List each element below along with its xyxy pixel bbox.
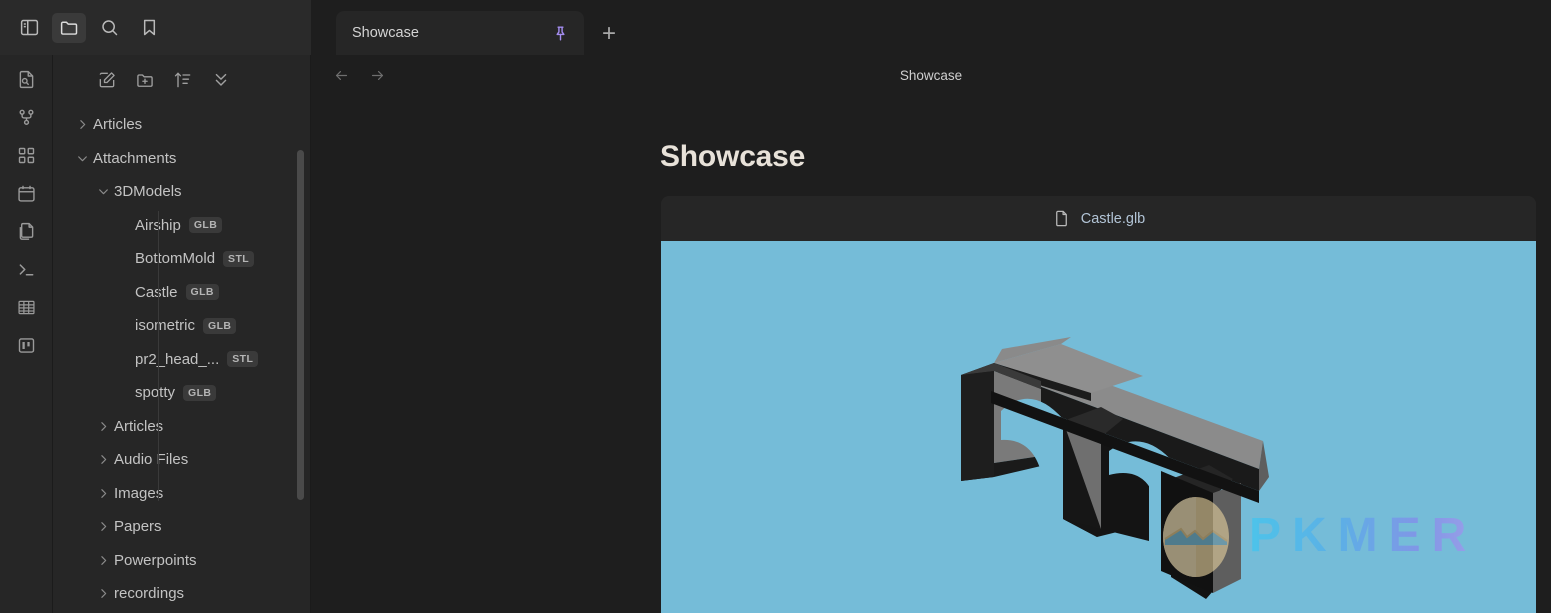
tab-label: Showcase [352, 25, 419, 41]
tree-indent-guide [158, 211, 159, 501]
chevron-right-icon[interactable] [92, 487, 114, 500]
terminal-icon[interactable] [9, 253, 43, 285]
embed-file-name[interactable]: Castle.glb [1081, 211, 1145, 227]
tree-item-label: Attachments [93, 149, 177, 167]
forward-arrow-icon[interactable] [367, 65, 387, 85]
tree-item-label: Powerpoints [114, 551, 197, 569]
chevron-right-icon[interactable] [71, 118, 93, 131]
app-window: Showcase + Articles Attachments 3DModels… [0, 0, 1551, 613]
file-type-badge: GLB [203, 317, 237, 334]
tree-item-articles[interactable]: Articles [53, 410, 310, 444]
page-title: Showcase [660, 140, 806, 173]
pkmer-watermark: PKMER [1157, 489, 1477, 581]
sort-icon[interactable] [171, 68, 195, 92]
view-title: Showcase [899, 67, 963, 83]
document-body[interactable]: Showcase Castle.glb PKMER [311, 140, 1551, 613]
main-pane: Showcase Showcase Castle.glb PKMER [311, 55, 1551, 613]
explorer-scrollbar[interactable] [297, 150, 304, 500]
file-tree: ArticlesAttachments3DModelsAirshipGLBBot… [53, 105, 310, 613]
tree-item-isometric[interactable]: isometric GLB [53, 309, 310, 343]
embedded-file-block[interactable]: Castle.glb PKMER [661, 196, 1536, 613]
sidebar-header-toolbar [0, 0, 311, 55]
tree-item-attachments[interactable]: Attachments [53, 142, 310, 176]
nav-buttons [331, 65, 387, 85]
kanban-icon[interactable] [9, 329, 43, 361]
tree-item-castle[interactable]: Castle GLB [53, 276, 310, 310]
bookmark-icon[interactable] [132, 13, 166, 43]
calendar-icon[interactable] [9, 177, 43, 209]
tree-item-articles[interactable]: Articles [53, 108, 310, 142]
tree-item-label: isometric [135, 317, 196, 335]
chevron-right-icon[interactable] [92, 520, 114, 533]
chevron-right-icon[interactable] [92, 453, 114, 466]
file-search-icon[interactable] [9, 63, 43, 95]
tree-item-label: Papers [114, 518, 162, 536]
tree-item-images[interactable]: Images [53, 477, 310, 511]
document-icon [1052, 208, 1071, 229]
body: ArticlesAttachments3DModelsAirshipGLBBot… [0, 55, 1551, 613]
tree-item-label: Castle [135, 283, 178, 301]
tree-item-label: 3DModels [114, 183, 182, 201]
new-note-icon[interactable] [95, 68, 119, 92]
tree-item-label: BottomMold [135, 250, 216, 268]
model-viewer[interactable]: PKMER [661, 241, 1536, 613]
file-type-badge: GLB [188, 217, 223, 234]
new-tab-button[interactable]: + [592, 17, 626, 51]
egg-logo [1163, 497, 1229, 577]
file-type-badge: STL [223, 250, 255, 267]
chevron-down-icon[interactable] [92, 185, 114, 198]
table-icon[interactable] [9, 291, 43, 323]
tab-strip: Showcase + [311, 0, 1551, 55]
git-graph-icon[interactable] [9, 101, 43, 133]
chevron-right-icon[interactable] [92, 554, 114, 567]
file-type-badge: STL [227, 351, 259, 368]
chevron-right-icon[interactable] [92, 420, 114, 433]
file-explorer: ArticlesAttachments3DModelsAirshipGLBBot… [53, 55, 311, 613]
tree-item-label: Images [114, 484, 164, 502]
tree-item-audio-files[interactable]: Audio Files [53, 443, 310, 477]
file-type-badge: GLB [185, 284, 219, 301]
tree-item-label: Articles [114, 417, 164, 435]
view-header: Showcase [311, 55, 1551, 95]
tree-item-airship[interactable]: AirshipGLB [53, 209, 310, 243]
chevron-right-icon[interactable] [92, 587, 114, 600]
top-bar: Showcase + [0, 0, 1551, 55]
folder-icon[interactable] [52, 12, 86, 43]
watermark-text: PKMER [1249, 508, 1478, 562]
tree-item-recordings[interactable]: recordings [53, 577, 310, 611]
pin-icon[interactable] [551, 24, 570, 43]
tree-item-label: recordings [114, 585, 185, 603]
copy-files-icon[interactable] [9, 215, 43, 247]
ribbon-bar [0, 55, 53, 613]
tree-item-spotty[interactable]: spotty GLB [53, 376, 310, 410]
explorer-toolbar [53, 55, 310, 105]
chevron-down-icon[interactable] [71, 152, 93, 165]
tree-item-label: Articles [93, 116, 143, 134]
blocks-icon[interactable] [9, 139, 43, 171]
tree-item-label: pr2_head_... [135, 350, 220, 368]
toggle-sidebar-icon[interactable] [12, 13, 46, 43]
back-arrow-icon[interactable] [331, 65, 351, 85]
tree-rows: ArticlesAttachments3DModelsAirshipGLBBot… [53, 108, 310, 611]
new-folder-icon[interactable] [133, 68, 157, 92]
tree-item-papers[interactable]: Papers [53, 510, 310, 544]
tree-item-label: spotty [135, 384, 176, 402]
tree-item-bottommold[interactable]: BottomMold STL [53, 242, 310, 276]
tree-item-pr2-head[interactable]: pr2_head_... STL [53, 343, 310, 377]
tree-item-powerpoints[interactable]: Powerpoints [53, 544, 310, 578]
embed-header: Castle.glb [661, 196, 1536, 241]
tab-showcase[interactable]: Showcase [336, 11, 584, 55]
collapse-all-icon[interactable] [209, 68, 233, 92]
tree-item-label: Audio Files [114, 451, 189, 469]
tree-item-3dmodels[interactable]: 3DModels [53, 175, 310, 209]
search-icon[interactable] [92, 13, 126, 43]
file-type-badge: GLB [183, 384, 217, 401]
